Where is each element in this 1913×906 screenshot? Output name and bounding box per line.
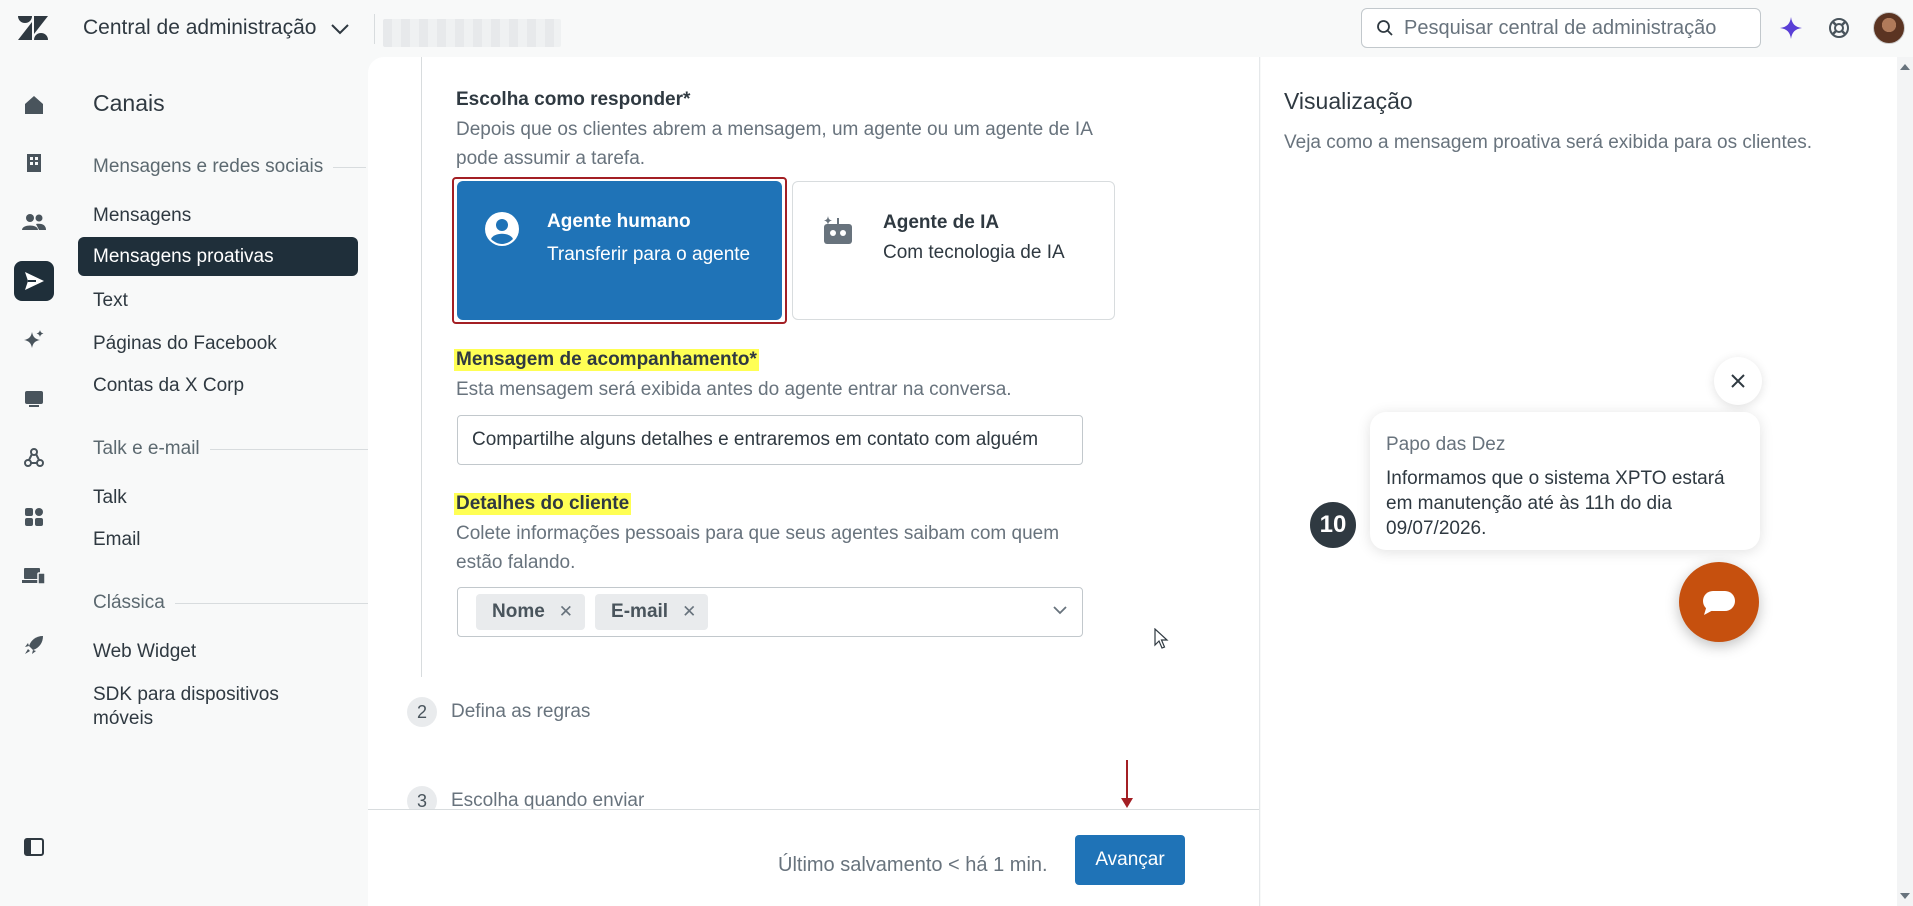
mouse-cursor-icon: [1154, 628, 1169, 649]
objects-rules-icon[interactable]: [14, 438, 54, 478]
sidebar-item-x-corp[interactable]: Contas da X Corp: [78, 374, 358, 398]
search-input[interactable]: [1404, 16, 1744, 40]
option-human-subtitle: Transferir para o agente: [547, 244, 751, 265]
ai-bot-icon: [824, 216, 852, 244]
customer-details-label: Detalhes do cliente: [454, 493, 632, 515]
rocket-icon[interactable]: [14, 625, 54, 665]
respond-label: Escolha como responder*: [456, 89, 691, 110]
messenger-launcher[interactable]: [1679, 562, 1759, 642]
product-rail: [0, 57, 68, 906]
sidebar-item-mobile-sdk[interactable]: SDK para dispositivos móveis: [78, 683, 298, 731]
sidebar-title: Canais: [93, 90, 165, 116]
last-saved-status: Último salvamento < há 1 min.: [778, 854, 1048, 876]
chevron-down-icon: [331, 24, 350, 35]
chat-bubble-icon: [1703, 591, 1735, 615]
ai-sparkle-rail-icon[interactable]: [14, 320, 54, 360]
sidebar-item-email[interactable]: Email: [78, 528, 358, 552]
step-label: Defina as regras: [451, 701, 591, 722]
collapse-sidebar-icon[interactable]: [14, 827, 54, 867]
next-button[interactable]: Avançar: [1075, 835, 1185, 885]
followup-hint: Esta mensagem será exibida antes do agen…: [456, 379, 1012, 400]
form-footer: Último salvamento < há 1 min. Avançar: [368, 809, 1259, 906]
sidebar-item-mensagens-proativas[interactable]: Mensagens proativas: [78, 237, 358, 276]
sidebar-item-facebook[interactable]: Páginas do Facebook: [78, 332, 358, 356]
proactive-message-bubble: Papo das Dez Informamos que o sistema XP…: [1370, 412, 1760, 550]
annotation-arrow: [1121, 760, 1133, 808]
respond-hint: Depois que os clientes abrem a mensagem,…: [456, 119, 1092, 169]
account-devices-icon[interactable]: [14, 556, 54, 596]
product-switcher[interactable]: Central de administração: [83, 16, 350, 40]
step-number: 2: [407, 697, 437, 727]
option-human-title: Agente humano: [547, 211, 691, 232]
option-ai-subtitle: Com tecnologia de IA: [883, 242, 1065, 263]
home-icon[interactable]: [14, 85, 54, 125]
sidebar-item-mensagens[interactable]: Mensagens: [78, 204, 358, 228]
customer-details-select[interactable]: Nome ✕ E-mail ✕: [457, 587, 1083, 637]
redacted-account-name: [383, 19, 561, 47]
sidebar-item-talk[interactable]: Talk: [78, 486, 358, 510]
tag-nome: Nome ✕: [476, 594, 586, 630]
preview-panel: Visualização Veja como a mensagem proati…: [1261, 57, 1897, 906]
step-2-rules[interactable]: 2 Defina as regras: [407, 697, 590, 727]
option-human-agent[interactable]: Agente humano Transferir para o agente: [457, 181, 782, 320]
message-text: Informamos que o sistema XPTO estará em …: [1386, 468, 1725, 539]
product-name: Central de administração: [83, 16, 317, 39]
sidebar-group-classic: Clássica: [93, 592, 411, 614]
tag-email: E-mail ✕: [595, 594, 709, 630]
person-circle-icon: [485, 212, 519, 246]
chevron-down-icon[interactable]: [1052, 605, 1068, 615]
header-divider: [374, 14, 375, 44]
apps-grid-icon[interactable]: [14, 497, 54, 537]
user-avatar[interactable]: [1873, 12, 1905, 44]
option-ai-title: Agente de IA: [883, 212, 1000, 233]
sidebar-item-web-widget[interactable]: Web Widget: [78, 640, 358, 664]
followup-label: Mensagem de acompanhamento*: [454, 349, 759, 371]
preview-hint: Veja como a mensagem proativa será exibi…: [1284, 132, 1813, 153]
search-icon: [1377, 20, 1393, 36]
sender-avatar: 10: [1308, 500, 1358, 550]
sidebar-group-talk-email: Talk e e-mail: [93, 438, 411, 460]
building-icon[interactable]: [14, 143, 54, 183]
people-icon[interactable]: [14, 202, 54, 242]
remove-tag-icon[interactable]: ✕: [682, 602, 696, 622]
remove-tag-icon[interactable]: ✕: [559, 602, 573, 622]
followup-message-input[interactable]: [457, 415, 1083, 465]
sidebar-item-text[interactable]: Text: [78, 289, 358, 313]
sender-name: Papo das Dez: [1386, 434, 1506, 455]
option-ai-agent[interactable]: Agente de IA Com tecnologia de IA: [792, 181, 1115, 320]
channels-send-icon[interactable]: [14, 261, 54, 301]
close-icon[interactable]: [1714, 357, 1762, 405]
page-scrollbar[interactable]: [1897, 57, 1913, 906]
zendesk-logo-icon[interactable]: [18, 14, 48, 42]
sidebar-group-messaging: Mensagens e redes sociais: [93, 156, 366, 178]
search-box[interactable]: [1361, 8, 1761, 48]
top-bar: Central de administração: [0, 0, 1913, 57]
ai-sparkle-icon[interactable]: [1777, 14, 1805, 42]
preview-title: Visualização: [1284, 88, 1413, 114]
step-connector: [421, 57, 422, 677]
customer-details-hint: Colete informações pessoais para que seu…: [456, 523, 1060, 573]
help-lifebuoy-icon[interactable]: [1825, 14, 1853, 42]
workspaces-monitor-icon[interactable]: [14, 379, 54, 419]
channels-sidebar: Canais Mensagens e redes sociais Mensage…: [68, 57, 411, 906]
